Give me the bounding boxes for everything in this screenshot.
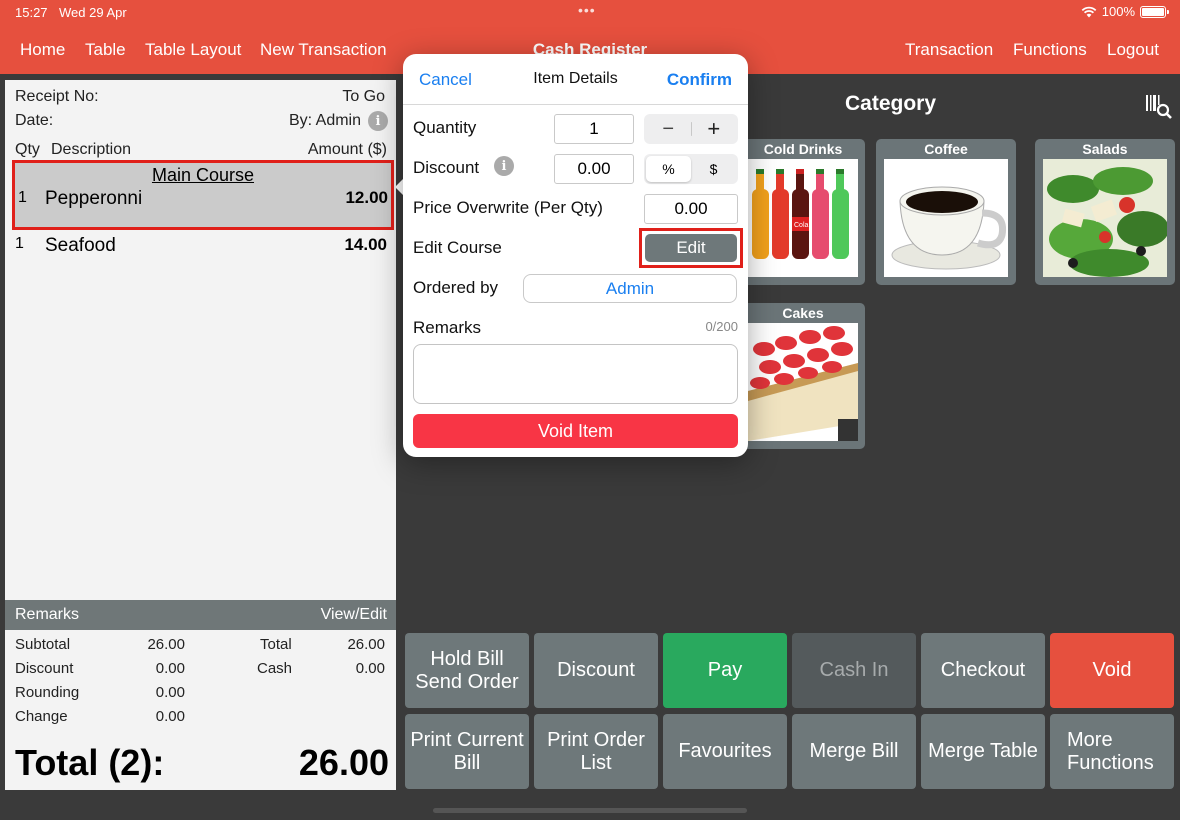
minus-button[interactable]: − (646, 116, 691, 142)
remarks-label: Remarks (413, 318, 482, 337)
selected-order-row[interactable]: Main Course 1 Pepperonni 12.00 (12, 160, 394, 230)
total-value: 26.00 (347, 636, 385, 653)
plus-button[interactable]: + (692, 116, 737, 142)
receipt-panel: Receipt No: To Go Date: By: Admin i Qty … (5, 80, 396, 790)
rounding-label: Rounding (15, 684, 80, 701)
home-indicator[interactable] (433, 808, 747, 813)
remarks-textarea[interactable] (413, 344, 738, 404)
discount-label: Discount (413, 158, 480, 177)
divider (403, 104, 748, 105)
ordered-by-label: Ordered by (413, 278, 499, 297)
category-tile-cold-drinks[interactable]: Cold Drinks Cola (741, 139, 865, 285)
nav-logout[interactable]: Logout (1107, 40, 1159, 60)
item-amount: 12.00 (345, 188, 388, 207)
highlight-frame: Edit (639, 228, 743, 268)
edit-course-label: Edit Course (413, 238, 502, 257)
change-value: 0.00 (155, 708, 185, 725)
nav-functions[interactable]: Functions (1013, 40, 1087, 60)
item-amount: 14.00 (344, 235, 387, 254)
column-qty: Qty (15, 141, 40, 158)
cash-in-button[interactable]: Cash In (792, 633, 916, 708)
multitasking-dots-icon[interactable]: ••• (578, 2, 596, 18)
served-by: By: Admin (288, 112, 361, 129)
price-overwrite-field[interactable]: 0.00 (644, 194, 738, 224)
category-tile-coffee[interactable]: Coffee (876, 139, 1016, 285)
quantity-stepper[interactable]: − + (644, 114, 738, 144)
info-icon[interactable]: i (494, 156, 514, 176)
more-functions-button[interactable]: More Functions (1050, 714, 1174, 789)
coffee-cup-image (884, 159, 1008, 277)
item-name: Pepperonni (45, 188, 143, 209)
category-label: Cold Drinks (763, 141, 843, 157)
wifi-icon (1081, 6, 1097, 17)
column-description: Description (51, 141, 132, 158)
grand-total-label: Total (2): (15, 742, 165, 783)
rounding-value: 0.00 (155, 684, 185, 701)
category-label: Salads (1082, 141, 1128, 157)
order-type[interactable]: To Go (342, 88, 385, 106)
status-date: Wed 29 Apr (59, 5, 127, 20)
soda-bottles-image: Cola (748, 159, 858, 277)
total-label: Total (260, 636, 292, 653)
discount-type-toggle[interactable]: % $ (644, 154, 738, 184)
print-current-bill-button[interactable]: Print Current Bill (405, 714, 529, 789)
item-name: Seafood (45, 235, 116, 256)
confirm-button[interactable]: Confirm (667, 70, 732, 90)
category-tile-salads[interactable]: Salads (1035, 139, 1175, 285)
hold-bill-send-order-button[interactable]: Hold Bill Send Order (405, 633, 529, 708)
merge-table-button[interactable]: Merge Table (921, 714, 1045, 789)
battery-icon (1140, 5, 1169, 18)
salad-image (1043, 159, 1167, 277)
category-label: Coffee (924, 141, 968, 157)
grand-total-value: 26.00 (298, 742, 389, 783)
status-time: 15:27 (15, 5, 48, 20)
course-header: Main Course (151, 165, 255, 185)
void-item-button[interactable]: Void Item (413, 414, 738, 448)
battery-percent: 100% (1101, 4, 1135, 19)
remarks-char-count: 0/200 (705, 319, 738, 334)
quantity-field[interactable]: 1 (554, 114, 634, 144)
cash-value: 0.00 (355, 660, 385, 677)
remarks-bar[interactable]: Remarks View/Edit (5, 600, 396, 630)
edit-course-button[interactable]: Edit (645, 234, 737, 262)
print-order-list-button[interactable]: Print Order List (534, 714, 658, 789)
barcode-search-icon[interactable] (1143, 92, 1173, 120)
quantity-label: Quantity (413, 118, 477, 137)
favourites-button[interactable]: Favourites (663, 714, 787, 789)
discount-button[interactable]: Discount (534, 633, 658, 708)
item-details-popover: Cancel Item Details Confirm Quantity 1 −… (403, 54, 748, 457)
date-label: Date: (15, 112, 54, 129)
item-qty: 1 (15, 235, 24, 252)
category-tile-cakes[interactable]: Cakes (741, 303, 865, 449)
info-icon[interactable]: i (368, 111, 388, 131)
pay-button[interactable]: Pay (663, 633, 787, 708)
dollar-option[interactable]: $ (691, 156, 736, 182)
strawberry-cake-image (748, 323, 858, 441)
change-label: Change (15, 708, 68, 725)
status-indicators: 100% (1081, 4, 1169, 19)
category-title: Category (845, 92, 937, 115)
merge-bill-button[interactable]: Merge Bill (792, 714, 916, 789)
checkout-button[interactable]: Checkout (921, 633, 1045, 708)
percent-option[interactable]: % (646, 156, 691, 182)
svg-text:Cola: Cola (794, 222, 809, 229)
subtotal-value: 26.00 (147, 636, 185, 653)
order-row[interactable]: 1 Seafood 14.00 (15, 232, 387, 260)
subtotal-label: Subtotal (15, 636, 71, 653)
column-amount: Amount ($) (307, 141, 387, 158)
nav-transaction[interactable]: Transaction (905, 40, 993, 60)
remarks-view-edit[interactable]: View/Edit (321, 606, 387, 624)
remarks-label: Remarks (15, 606, 80, 623)
discount-field[interactable]: 0.00 (554, 154, 634, 184)
price-overwrite-label: Price Overwrite (Per Qty) (413, 198, 603, 217)
ordered-by-selector[interactable]: Admin (523, 274, 737, 303)
discount-value: 0.00 (155, 660, 185, 677)
cash-label: Cash (257, 660, 293, 677)
category-label: Cakes (782, 305, 824, 321)
discount-label: Discount (15, 660, 74, 677)
void-button[interactable]: Void (1050, 633, 1174, 708)
receipt-no-label: Receipt No: (15, 88, 99, 105)
item-qty: 1 (18, 189, 27, 206)
